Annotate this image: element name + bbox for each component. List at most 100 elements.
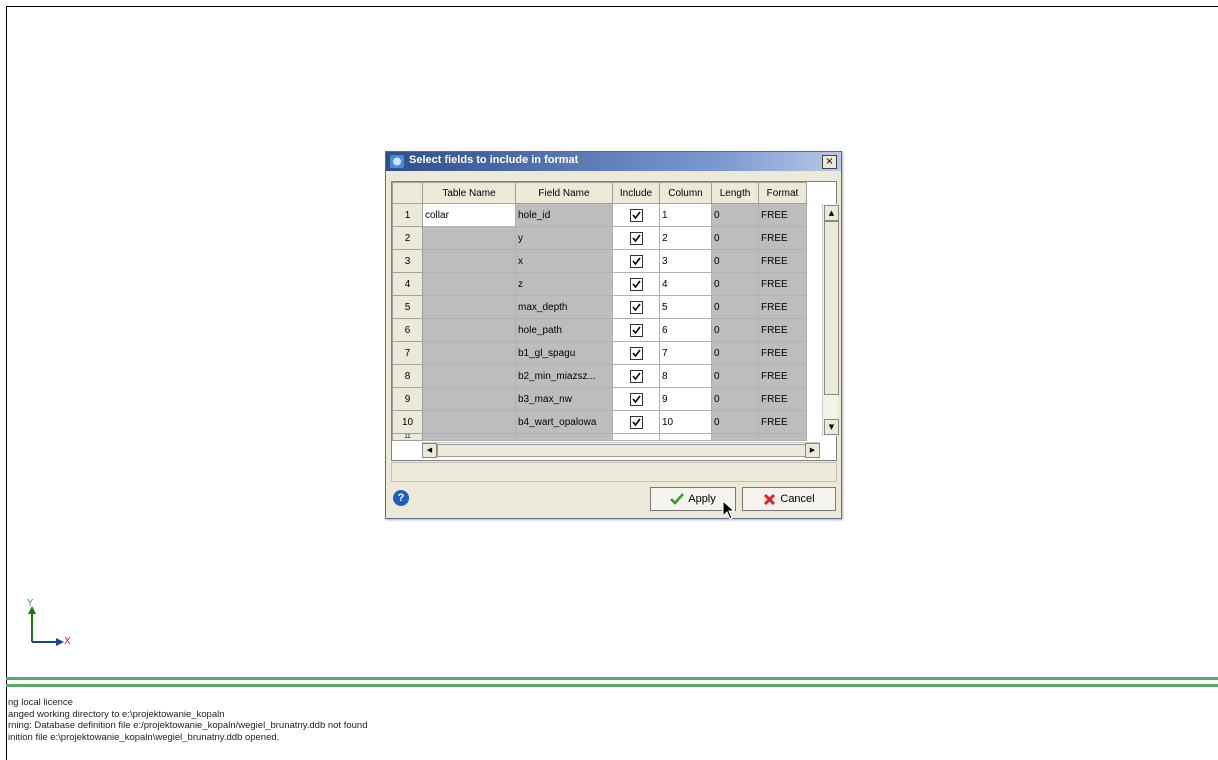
close-button[interactable]: × bbox=[822, 155, 837, 169]
table-row[interactable]: 1 collar hole_id 1 0 FREE bbox=[392, 203, 807, 227]
format-cell[interactable]: FREE bbox=[758, 318, 807, 342]
table-name-cell[interactable] bbox=[422, 364, 516, 388]
table-name-cell[interactable] bbox=[422, 410, 516, 434]
include-checkbox[interactable] bbox=[629, 208, 643, 222]
table-row[interactable]: 5 max_depth 5 0 FREE bbox=[392, 295, 807, 319]
field-name-cell[interactable]: b4_wart_opalowa bbox=[515, 410, 613, 434]
include-cell[interactable] bbox=[612, 318, 660, 342]
length-cell[interactable]: 0 bbox=[711, 387, 759, 411]
header-length[interactable]: Length bbox=[711, 182, 759, 204]
scroll-right-icon[interactable]: ▶ bbox=[805, 443, 820, 458]
include-cell[interactable] bbox=[612, 341, 660, 365]
format-cell[interactable]: FREE bbox=[758, 226, 807, 250]
column-cell[interactable]: 1 bbox=[659, 203, 712, 227]
include-cell[interactable] bbox=[612, 249, 660, 273]
panel-divider[interactable] bbox=[6, 677, 1218, 680]
table-name-cell[interactable] bbox=[422, 341, 516, 365]
include-checkbox[interactable] bbox=[629, 323, 643, 337]
cancel-button[interactable]: Cancel bbox=[742, 487, 836, 511]
include-cell[interactable] bbox=[612, 226, 660, 250]
table-row[interactable]: 3 x 3 0 FREE bbox=[392, 249, 807, 273]
length-cell[interactable]: 0 bbox=[711, 341, 759, 365]
include-checkbox[interactable] bbox=[629, 369, 643, 383]
length-cell[interactable]: 0 bbox=[711, 203, 759, 227]
include-checkbox[interactable] bbox=[629, 277, 643, 291]
format-cell[interactable]: FREE bbox=[758, 341, 807, 365]
table-row[interactable]: 7 b1_gl_spagu 7 0 FREE bbox=[392, 341, 807, 365]
include-cell[interactable] bbox=[612, 410, 660, 434]
format-cell[interactable]: FREE bbox=[758, 249, 807, 273]
column-cell[interactable]: 4 bbox=[659, 272, 712, 296]
include-cell[interactable] bbox=[612, 387, 660, 411]
table-row[interactable]: 8 b2_min_miazsz... 8 0 FREE bbox=[392, 364, 807, 388]
table-name-cell[interactable] bbox=[422, 318, 516, 342]
column-cell[interactable]: 2 bbox=[659, 226, 712, 250]
field-name-cell[interactable]: b2_min_miazsz... bbox=[515, 364, 613, 388]
column-cell[interactable]: 10 bbox=[659, 410, 712, 434]
field-name-cell[interactable]: z bbox=[515, 272, 613, 296]
table-row[interactable]: 10 b4_wart_opalowa 10 0 FREE bbox=[392, 410, 807, 434]
include-checkbox[interactable] bbox=[629, 254, 643, 268]
field-name-cell[interactable]: hole_path bbox=[515, 318, 613, 342]
column-cell[interactable]: 8 bbox=[659, 364, 712, 388]
scroll-thumb[interactable] bbox=[824, 221, 839, 395]
column-cell[interactable]: 7 bbox=[659, 341, 712, 365]
format-cell[interactable]: FREE bbox=[758, 203, 807, 227]
format-cell[interactable]: FREE bbox=[758, 272, 807, 296]
include-checkbox[interactable] bbox=[629, 415, 643, 429]
header-table-name[interactable]: Table Name bbox=[422, 182, 516, 204]
table-row[interactable]: 4 z 4 0 FREE bbox=[392, 272, 807, 296]
include-cell[interactable] bbox=[612, 203, 660, 227]
include-cell[interactable] bbox=[612, 272, 660, 296]
include-checkbox[interactable] bbox=[629, 392, 643, 406]
vertical-scrollbar[interactable]: ▲ ▼ bbox=[822, 204, 839, 436]
length-cell[interactable]: 0 bbox=[711, 226, 759, 250]
length-cell[interactable]: 0 bbox=[711, 318, 759, 342]
length-cell[interactable]: 0 bbox=[711, 410, 759, 434]
table-row[interactable]: 6 hole_path 6 0 FREE bbox=[392, 318, 807, 342]
field-name-cell[interactable]: x bbox=[515, 249, 613, 273]
format-cell[interactable]: FREE bbox=[758, 295, 807, 319]
format-cell[interactable]: FREE bbox=[758, 387, 807, 411]
field-name-cell[interactable]: max_depth bbox=[515, 295, 613, 319]
field-name-cell[interactable]: y bbox=[515, 226, 613, 250]
table-row[interactable]: 9 b3_max_nw 9 0 FREE bbox=[392, 387, 807, 411]
scroll-down-icon[interactable]: ▼ bbox=[824, 419, 839, 435]
length-cell[interactable]: 0 bbox=[711, 295, 759, 319]
header-format[interactable]: Format bbox=[758, 182, 807, 204]
format-cell[interactable]: FREE bbox=[758, 364, 807, 388]
header-include[interactable]: Include bbox=[612, 182, 660, 204]
include-checkbox[interactable] bbox=[629, 300, 643, 314]
length-cell[interactable]: 0 bbox=[711, 249, 759, 273]
format-cell[interactable]: FREE bbox=[758, 410, 807, 434]
include-cell[interactable] bbox=[612, 364, 660, 388]
table-row[interactable]: 2 y 2 0 FREE bbox=[392, 226, 807, 250]
scroll-left-icon[interactable]: ◀ bbox=[422, 443, 437, 458]
column-cell[interactable]: 9 bbox=[659, 387, 712, 411]
table-name-cell[interactable] bbox=[422, 295, 516, 319]
field-name-cell[interactable]: b3_max_nw bbox=[515, 387, 613, 411]
dialog-titlebar[interactable]: Select fields to include in format × bbox=[386, 152, 841, 171]
header-field-name[interactable]: Field Name bbox=[515, 182, 613, 204]
column-cell[interactable]: 6 bbox=[659, 318, 712, 342]
include-checkbox[interactable] bbox=[629, 346, 643, 360]
column-cell[interactable]: 3 bbox=[659, 249, 712, 273]
include-checkbox[interactable] bbox=[629, 231, 643, 245]
field-name-cell[interactable]: hole_id bbox=[515, 203, 613, 227]
field-name-cell[interactable]: b1_gl_spagu bbox=[515, 341, 613, 365]
checkmark-icon bbox=[631, 372, 641, 380]
include-cell[interactable] bbox=[612, 295, 660, 319]
column-cell[interactable]: 5 bbox=[659, 295, 712, 319]
header-column[interactable]: Column bbox=[659, 182, 712, 204]
table-name-cell[interactable] bbox=[422, 249, 516, 273]
length-cell[interactable]: 0 bbox=[711, 272, 759, 296]
hscroll-thumb[interactable] bbox=[437, 444, 819, 457]
horizontal-scrollbar[interactable]: ◀ ▶ bbox=[422, 442, 820, 458]
scroll-up-icon[interactable]: ▲ bbox=[824, 205, 839, 221]
table-name-cell[interactable] bbox=[422, 272, 516, 296]
help-button[interactable]: ? bbox=[393, 490, 409, 506]
length-cell[interactable]: 0 bbox=[711, 364, 759, 388]
table-name-cell[interactable] bbox=[422, 387, 516, 411]
table-name-cell[interactable]: collar bbox=[422, 203, 516, 227]
table-name-cell[interactable] bbox=[422, 226, 516, 250]
